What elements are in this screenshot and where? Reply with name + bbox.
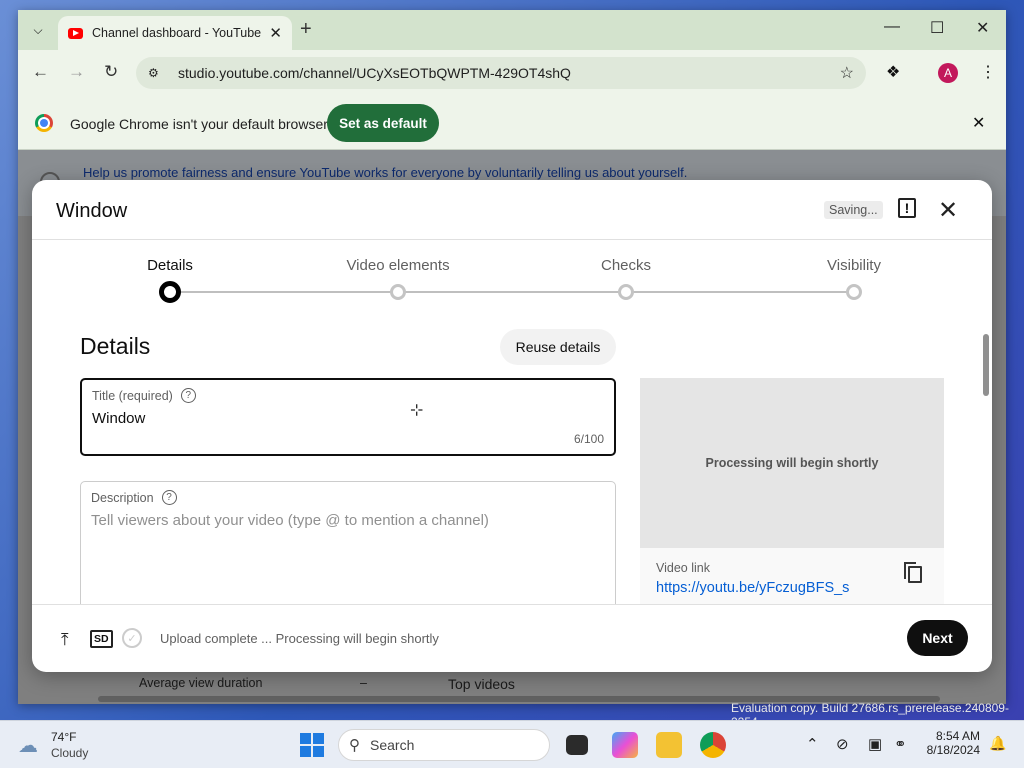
metric-dash: – [360, 676, 367, 690]
clock-time: 8:54 AM [935, 729, 980, 743]
display-icon[interactable]: ▣ [868, 735, 882, 753]
video-preview-card: Processing will begin shortly Video link… [640, 378, 944, 604]
copy-icon[interactable] [904, 562, 922, 583]
minimize-icon[interactable]: — [884, 18, 900, 36]
details-heading: Details [80, 333, 151, 359]
default-browser-infobar: Google Chrome isn't your default browser… [18, 96, 1006, 150]
step-details[interactable]: Details [90, 257, 250, 274]
feedback-icon[interactable]: ! [898, 198, 916, 218]
tab-title: Channel dashboard - YouTube S [92, 26, 264, 40]
step-checks-dot[interactable] [618, 284, 634, 300]
step-details-dot[interactable] [159, 281, 181, 303]
back-icon[interactable]: ← [32, 62, 49, 82]
new-tab-icon[interactable]: + [300, 18, 312, 41]
saving-status: Saving... [824, 201, 883, 219]
dialog-scrollbar[interactable] [982, 320, 990, 600]
description-field[interactable]: Description ? Tell viewers about your vi… [80, 481, 616, 604]
taskbar-search[interactable]: ⚲ Search [338, 729, 550, 761]
upload-details-dialog: Window Saving... ! ✕ Details Video eleme… [32, 180, 992, 672]
infobar-close-icon[interactable]: ✕ [972, 113, 985, 133]
taskbar: ☁ 74°F Cloudy ⚲ Search ⌃ ⊘ ▣ ⚭ 8:54 AM 8… [0, 720, 1024, 768]
set-as-default-button[interactable]: Set as default [327, 104, 439, 142]
title-field-label: Title (required) ? [92, 388, 196, 403]
chrome-logo-icon [35, 114, 53, 132]
weather-condition[interactable]: Cloudy [51, 746, 88, 760]
reload-icon[interactable]: ↻ [104, 62, 118, 82]
top-videos-label: Top videos [448, 676, 515, 692]
chrome-taskbar-icon[interactable] [700, 732, 726, 758]
step-video-elements-dot[interactable] [390, 284, 406, 300]
site-info-icon[interactable]: ⚙ [148, 66, 166, 80]
description-label-text: Description [91, 490, 154, 505]
title-label-text: Title (required) [92, 388, 173, 403]
video-link-label: Video link [656, 561, 710, 575]
average-view-duration-label: Average view duration [139, 676, 263, 690]
clock-date: 8/18/2024 [926, 743, 980, 757]
bookmark-star-icon[interactable]: ☆ [840, 63, 854, 83]
tab-strip: ⌵ Channel dashboard - YouTube S ✕ + — ☐ … [18, 10, 1006, 50]
title-char-count: 6/100 [573, 432, 604, 446]
text-cursor-icon: ⊹ [410, 402, 424, 419]
cloud-icon[interactable]: ☁ [18, 733, 38, 758]
dialog-header: Window Saving... ! ✕ [32, 180, 992, 240]
network-icon[interactable]: ⊘ [836, 735, 849, 753]
window-close-icon[interactable]: ✕ [976, 18, 989, 38]
maximize-icon[interactable]: ☐ [930, 18, 944, 38]
start-button-icon[interactable] [300, 733, 324, 757]
details-content: Details Reuse details Title (required) ?… [32, 311, 992, 604]
upload-status-text: Upload complete ... Processing will begi… [160, 631, 439, 646]
title-field[interactable]: Title (required) ? Window ⊹ 6/100 [80, 378, 616, 456]
checks-status-icon: ✓ [122, 628, 142, 648]
file-explorer-icon[interactable] [656, 732, 682, 758]
sd-badge: SD [90, 630, 113, 648]
step-visibility-dot[interactable] [846, 284, 862, 300]
task-view-icon[interactable] [566, 735, 588, 755]
volume-icon[interactable]: ⚭ [894, 735, 907, 753]
dialog-scrollbar-thumb[interactable] [983, 334, 989, 396]
infobar-message: Google Chrome isn't your default browser [70, 116, 328, 132]
extensions-icon[interactable]: ❖ [886, 62, 900, 82]
upload-stepper: Details Video elements Checks Visibility [32, 241, 992, 311]
youtube-favicon-icon [68, 27, 83, 39]
taskbar-search-label: Search [370, 737, 415, 753]
notification-bell-icon[interactable]: 🔔 [989, 735, 1006, 752]
video-link[interactable]: https://youtu.be/yFczugBFS_s [656, 580, 849, 596]
step-visibility[interactable]: Visibility [774, 257, 934, 274]
copilot-icon[interactable] [612, 732, 638, 758]
tray-overflow-icon[interactable]: ⌃ [806, 735, 819, 753]
system-clock[interactable]: 8:54 AM 8/18/2024 [920, 729, 980, 757]
dialog-footer: ⤒ SD ✓ Upload complete ... Processing wi… [32, 604, 992, 672]
description-help-icon[interactable]: ? [161, 490, 177, 505]
weather-temperature[interactable]: 74°F [51, 730, 76, 744]
title-help-icon[interactable]: ? [180, 388, 196, 403]
upload-icon: ⤒ [61, 630, 69, 649]
dialog-title: Window [56, 200, 128, 222]
banner-text: Help us promote fairness and ensure YouT… [83, 165, 688, 180]
profile-avatar[interactable]: A [938, 63, 958, 83]
browser-toolbar: ← → ↻ ⚙ studio.youtube.com/channel/UCyXs… [18, 50, 1006, 96]
step-checks[interactable]: Checks [546, 257, 706, 274]
description-field-label: Description ? [91, 490, 177, 505]
reuse-details-button[interactable]: Reuse details [500, 329, 616, 365]
tab-search-icon[interactable]: ⌵ [26, 18, 50, 42]
stepper-line [170, 291, 854, 293]
description-input[interactable]: Tell viewers about your video (type @ to… [91, 512, 489, 529]
step-video-elements[interactable]: Video elements [318, 257, 478, 274]
search-icon: ⚲ [349, 737, 360, 754]
title-input[interactable]: Window [92, 410, 145, 427]
tab-close-icon[interactable]: ✕ [269, 24, 282, 42]
chrome-menu-icon[interactable]: ⋮ [980, 62, 996, 82]
address-bar[interactable]: ⚙ studio.youtube.com/channel/UCyXsEOTbQW… [136, 57, 866, 89]
video-preview-area: Processing will begin shortly [640, 378, 944, 548]
dialog-close-icon[interactable]: ✕ [938, 196, 958, 225]
forward-icon[interactable]: → [68, 62, 85, 82]
url-text: studio.youtube.com/channel/UCyXsEOTbQWPT… [178, 65, 571, 81]
next-button[interactable]: Next [907, 620, 968, 656]
tab-youtube-studio[interactable]: Channel dashboard - YouTube S ✕ [58, 16, 292, 50]
